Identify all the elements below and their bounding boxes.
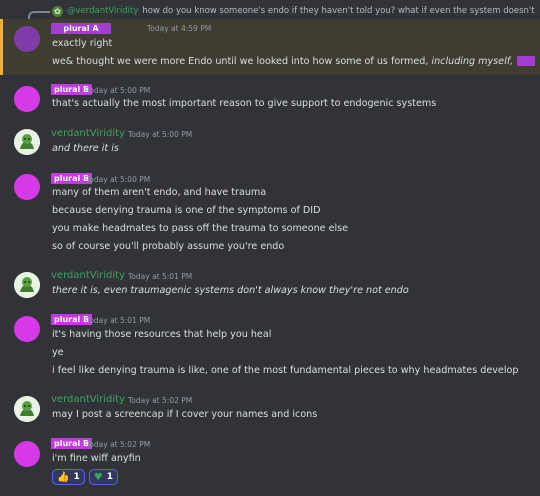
avatar[interactable] (14, 129, 40, 155)
message-text: it's having those resources that help yo… (52, 329, 272, 340)
timestamp: Today at 5:02 PM (128, 396, 193, 405)
reply-text: how do you know someone's endo if they h… (142, 6, 536, 16)
author-name[interactable]: verdantViridity (51, 128, 125, 139)
author-name[interactable]: verdantViridity (51, 270, 125, 281)
reaction-count: 1 (106, 472, 113, 482)
avatar[interactable] (14, 316, 40, 342)
timestamp: Today at 5:01 PM (128, 272, 193, 281)
avatar[interactable] (14, 174, 40, 200)
author-name[interactable]: plural A (51, 23, 111, 34)
message-text: there it is, even traumagenic systems do… (52, 285, 409, 296)
message-text: ye (52, 347, 64, 358)
reply-username[interactable]: @verdantViridity (67, 6, 138, 16)
thumbs-up-icon: 👍 (57, 471, 70, 483)
message-text: we& thought we were more Endo until we l… (52, 56, 536, 67)
message-text: exactly right (52, 38, 113, 49)
reaction-thumbs-up[interactable]: 👍 1 (52, 469, 85, 485)
timestamp: Today at 5:01 PM (86, 316, 151, 325)
message-text: so of course you'll probably assume you'… (52, 241, 285, 252)
timestamp: Today at 5:00 PM (86, 175, 151, 184)
timestamp: Today at 5:00 PM (86, 86, 151, 95)
verdant-avatar-icon (14, 396, 40, 422)
message-text: i feel like denying trauma is like, one … (52, 365, 519, 376)
timestamp: Today at 5:02 PM (86, 440, 151, 449)
avatar[interactable] (14, 272, 40, 298)
redaction-block (517, 56, 536, 66)
reaction-green-heart[interactable]: ♥ 1 (88, 469, 118, 485)
message-text: many of them aren't endo, and have traum… (52, 187, 267, 198)
reply-avatar-icon: ✿ (52, 5, 63, 17)
timestamp: Today at 5:00 PM (128, 130, 193, 139)
avatar[interactable] (14, 86, 40, 112)
message-text: may I post a screencap if I cover your n… (52, 409, 318, 420)
reactions-bar: 👍 1 ♥ 1 (52, 469, 118, 485)
avatar[interactable] (14, 441, 40, 467)
avatar[interactable] (14, 26, 40, 52)
message-text: i'm fine wiff anyfin (52, 453, 141, 464)
verdant-avatar-icon (14, 272, 40, 298)
avatar[interactable] (14, 396, 40, 422)
message-text: and there it is (52, 143, 119, 154)
chat-view: ✿ @verdantViridity how do you know someo… (0, 0, 540, 496)
reaction-count: 1 (73, 472, 80, 482)
green-heart-icon: ♥ (93, 471, 103, 483)
reply-preview[interactable]: ✿ @verdantViridity how do you know someo… (52, 3, 536, 19)
timestamp: Today at 4:59 PM (147, 24, 212, 33)
message-text: because denying trauma is one of the sym… (52, 205, 321, 216)
verdant-avatar-icon (14, 129, 40, 155)
message-text: that's actually the most important reaso… (52, 98, 437, 109)
author-name[interactable]: verdantViridity (51, 394, 125, 405)
message-text: you make headmates to pass off the traum… (52, 223, 349, 234)
